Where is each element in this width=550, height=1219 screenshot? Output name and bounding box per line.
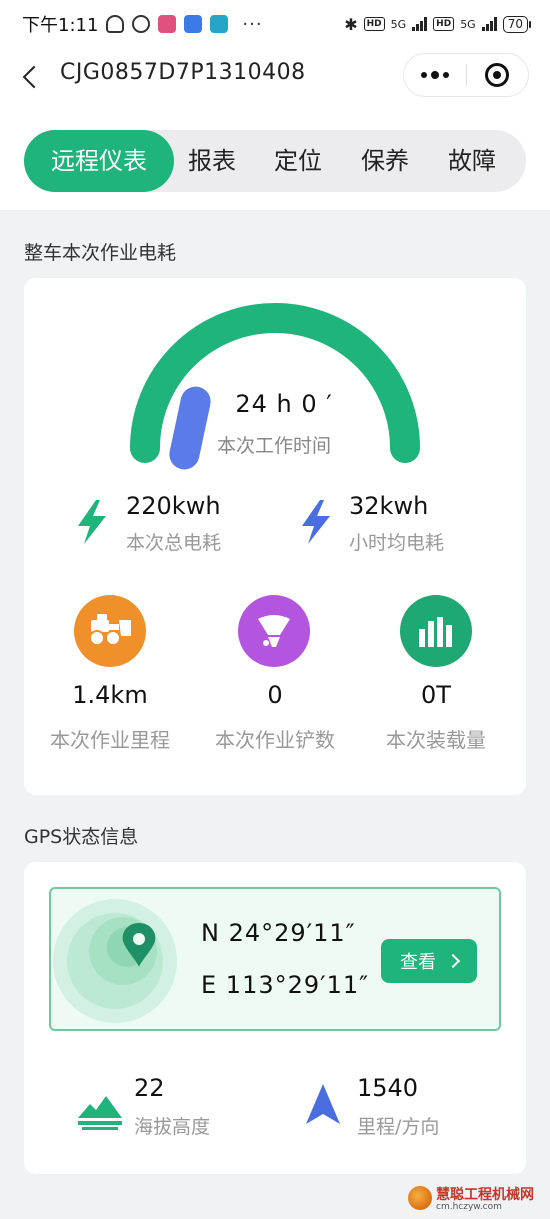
back-button[interactable] [18,60,48,96]
view-location-button[interactable]: 查看 [381,939,477,983]
work-time-value: 24 h 0 ′ [235,390,333,418]
tab-faults[interactable]: 故障 [436,130,508,192]
gps-card: N 24°29′11″ E 113°29′11″ 查看 22 海拔高度 1540… [24,862,526,1174]
bluetooth-icon: ✱ [344,14,358,34]
heading-value: 1540 [357,1074,419,1102]
work-scoops-value: 0 [267,681,283,709]
bar-chart-icon [400,595,472,667]
signal-icon [412,17,428,31]
lightning-green-icon [78,500,106,544]
mute-bell-icon [106,15,125,33]
hourly-consumption-value: 32kwh [349,492,429,520]
hourly-consumption-label: 小时均电耗 [349,532,445,554]
chevron-right-icon [445,953,461,969]
tab-area: 远程仪表 报表 定位 保养 故障 [0,108,550,210]
gps-coordinate-box: N 24°29′11″ E 113°29′11″ 查看 [49,887,501,1031]
app-notification-icon [184,15,203,33]
hd-badge: HD [363,17,385,31]
status-time: 下午1:11 [22,15,99,36]
page-title: CJG0857D7P1310408 [60,60,306,85]
watermark-url: cm.hczyw.com [436,1202,502,1212]
gps-section-title: GPS状态信息 [24,826,139,848]
watermark-logo: 慧聪工程机械网 cm.hczyw.com [408,1184,548,1216]
work-time-label: 本次工作时间 [216,435,331,457]
alarm-clock-icon [132,15,151,33]
view-location-label: 查看 [400,952,436,973]
work-mileage-value: 1.4km [72,681,148,709]
total-consumption-value: 220kwh [126,492,221,520]
more-notifications-icon: ··· [242,13,263,35]
battery-indicator: 70 [502,15,532,33]
work-scoops-label: 本次作业铲数 [215,728,335,752]
bucket-icon [238,595,310,667]
mountain-icon [78,1096,122,1130]
status-bar: 下午1:11 ··· ✱ HD 5G HD 5G 70 [0,0,550,48]
lightning-blue-icon [302,500,330,544]
loader-icon [74,595,146,667]
nav-bar: CJG0857D7P1310408 [0,48,550,108]
app-notification-icon [210,15,229,33]
network-type: 5G [390,17,407,31]
gps-latitude: N 24°29′11″ [201,919,356,947]
energy-section-title: 整车本次作业电耗 [24,242,177,264]
tab-remote-dashboard[interactable]: 远程仪表 [24,130,174,192]
globe-map-icon [53,899,177,1023]
load-amount-value: 0T [421,681,451,709]
close-mini-program-button[interactable] [466,53,528,97]
tab-location[interactable]: 定位 [262,130,334,192]
altitude-label: 海拔高度 [134,1116,211,1138]
tab-maintenance[interactable]: 保养 [349,130,421,192]
tab-reports[interactable]: 报表 [176,130,248,192]
total-consumption-label: 本次总电耗 [126,532,222,554]
watermark-name: 慧聪工程机械网 [436,1187,534,1203]
energy-card: 24 h 0 ′ 本次工作时间 220kwh 本次总电耗 32kwh 小时均电耗… [24,278,526,795]
gps-longitude: E 113°29′11″ [201,971,370,999]
app-notification-icon [158,15,177,33]
navigation-arrow-icon [306,1084,340,1124]
altitude-value: 22 [134,1074,165,1102]
hd-badge: HD [433,17,455,31]
watermark-emblem-icon [408,1186,432,1210]
mini-program-capsule [403,53,529,97]
heading-label: 里程/方向 [357,1116,440,1138]
load-amount-label: 本次装载量 [386,728,486,752]
more-options-button[interactable] [404,53,466,97]
signal-icon [481,17,497,31]
network-type: 5G [460,17,476,31]
tab-bar: 远程仪表 报表 定位 保养 故障 [24,130,526,192]
work-mileage-label: 本次作业里程 [50,728,170,752]
